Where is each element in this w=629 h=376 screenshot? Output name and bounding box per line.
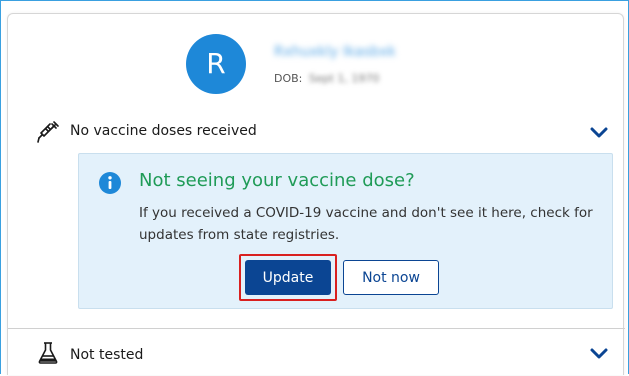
avatar: R: [186, 34, 246, 94]
patient-card: R Rxhuxkly Ikasbxk DOB: Sept 1, 1970 No …: [7, 13, 625, 376]
dob-label: DOB:: [274, 72, 303, 85]
patient-name: Rxhuxkly Ikasbxk: [274, 44, 396, 60]
dob-row: DOB: Sept 1, 1970: [274, 72, 379, 85]
notice-body: If you received a COVID-19 vaccine and d…: [139, 205, 593, 243]
syringe-icon: [37, 121, 59, 143]
notice-title: Not seeing your vaccine dose?: [139, 170, 415, 191]
vaccine-section-header[interactable]: No vaccine doses received: [8, 114, 625, 150]
dob-value: Sept 1, 1970: [308, 72, 380, 85]
chevron-down-icon[interactable]: [589, 343, 609, 363]
vaccine-section-label: No vaccine doses received: [70, 123, 257, 139]
chevron-down-icon[interactable]: [589, 122, 609, 142]
not-now-button[interactable]: Not now: [343, 260, 439, 295]
patient-profile: R Rxhuxkly Ikasbxk DOB: Sept 1, 1970: [186, 34, 486, 94]
update-button[interactable]: Update: [245, 260, 331, 295]
info-icon: [99, 172, 121, 194]
test-section-label: Not tested: [70, 347, 144, 363]
test-section-header[interactable]: Not tested: [8, 328, 625, 376]
window-frame: R Rxhuxkly Ikasbxk DOB: Sept 1, 1970 No …: [0, 0, 629, 376]
vaccine-notice-panel: Not seeing your vaccine dose? If you rec…: [78, 153, 613, 309]
flask-icon: [38, 342, 58, 364]
